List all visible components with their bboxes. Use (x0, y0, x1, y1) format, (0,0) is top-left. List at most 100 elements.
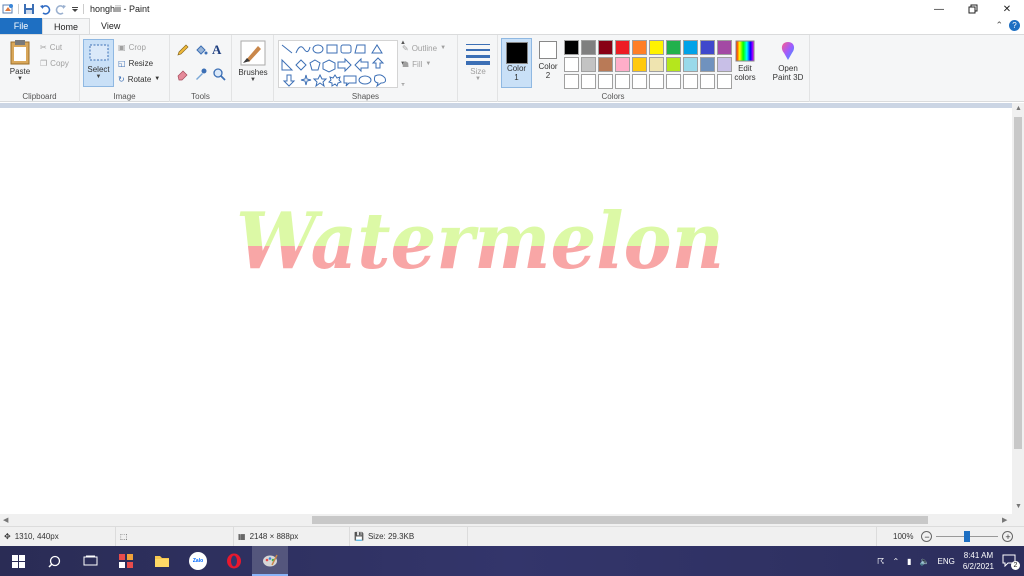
palette-swatch-empty[interactable] (683, 74, 698, 89)
paint-app-icon[interactable] (2, 3, 14, 15)
tab-home[interactable]: Home (42, 18, 91, 34)
close-button[interactable]: ✕ (990, 0, 1024, 18)
color2-button[interactable]: Color 2 (534, 40, 562, 80)
crop-button[interactable]: ▣ Crop (118, 40, 160, 54)
restore-button[interactable] (956, 0, 990, 18)
edit-colors-button[interactable]: Edit colors (730, 40, 760, 82)
battery-icon[interactable]: ▮ (907, 557, 911, 566)
paste-button[interactable]: Paste ▼ (6, 39, 34, 82)
palette-swatch[interactable] (666, 40, 681, 55)
eraser-icon[interactable] (176, 67, 194, 83)
palette-swatch[interactable] (683, 57, 698, 72)
palette-swatch-empty[interactable] (632, 74, 647, 89)
start-button[interactable] (0, 546, 36, 576)
scroll-down-icon[interactable]: ▼ (1015, 503, 1022, 510)
paste-dropdown-icon[interactable]: ▼ (6, 76, 34, 82)
palette-swatch[interactable] (581, 57, 596, 72)
tab-file[interactable]: File (0, 18, 42, 34)
fill-button[interactable]: ☗ Fill ▼ (402, 57, 446, 71)
size-dropdown-icon[interactable]: ▼ (463, 76, 493, 82)
scroll-left-icon[interactable]: ◀ (3, 516, 8, 524)
search-button[interactable] (36, 546, 72, 576)
save-icon[interactable] (23, 3, 35, 15)
opera-button[interactable] (216, 546, 252, 576)
palette-swatch[interactable] (649, 57, 664, 72)
tab-view[interactable]: View (90, 18, 131, 34)
palette-swatch-empty[interactable] (564, 74, 579, 89)
taskbar-app-1[interactable] (108, 546, 144, 576)
palette-swatch-empty[interactable] (581, 74, 596, 89)
rotate-button[interactable]: ↻ Rotate ▼ (118, 72, 160, 86)
shapes-gallery[interactable] (278, 40, 398, 88)
vertical-scrollbar[interactable]: ▲ ▼ (1012, 103, 1024, 514)
zoom-slider-thumb[interactable] (964, 531, 971, 542)
open-paint3d-button[interactable]: Open Paint 3D (768, 40, 808, 82)
palette-swatch[interactable] (700, 57, 715, 72)
fill-dropdown-icon[interactable]: ▼ (425, 61, 431, 67)
brushes-dropdown-icon[interactable]: ▼ (236, 77, 270, 83)
notification-button[interactable]: 2 (1002, 554, 1020, 570)
palette-swatch[interactable] (632, 57, 647, 72)
palette-swatch[interactable] (564, 57, 579, 72)
people-icon[interactable]: ☈ (877, 557, 884, 566)
palette-swatch-empty[interactable] (598, 74, 613, 89)
resize-button[interactable]: ◱ Resize (118, 56, 160, 70)
palette-swatch-empty[interactable] (666, 74, 681, 89)
customize-qat-icon[interactable] (71, 3, 79, 15)
task-view-button[interactable] (72, 546, 108, 576)
scroll-right-icon[interactable]: ▶ (1002, 516, 1007, 524)
text-tool-icon[interactable]: A (212, 43, 230, 59)
zoom-slider[interactable] (936, 531, 999, 542)
zalo-button[interactable]: Zalo (180, 546, 216, 576)
palette-swatch[interactable] (632, 40, 647, 55)
palette-swatch-empty[interactable] (649, 74, 664, 89)
cut-button[interactable]: ✂ Cut (40, 40, 69, 54)
palette-swatch[interactable] (700, 40, 715, 55)
language-indicator[interactable]: ENG (938, 557, 955, 566)
palette-swatch-empty[interactable] (615, 74, 630, 89)
scissors-icon: ✂ (40, 42, 47, 52)
drawing-canvas[interactable]: Watermelon (0, 108, 1012, 514)
fill-bucket-icon[interactable] (194, 43, 212, 59)
palette-swatch-empty[interactable] (700, 74, 715, 89)
zoom-out-icon[interactable]: − (921, 531, 933, 542)
palette-swatch[interactable] (649, 40, 664, 55)
select-button[interactable]: Select ▼ (83, 39, 114, 87)
vertical-scroll-thumb[interactable] (1014, 117, 1022, 449)
brushes-button[interactable]: Brushes ▼ (236, 40, 270, 83)
palette-swatch[interactable] (666, 57, 681, 72)
palette-swatch[interactable] (564, 40, 579, 55)
magnifier-icon[interactable] (212, 67, 230, 83)
clock[interactable]: 8:41 AM 6/2/2021 (963, 550, 994, 572)
paint3d-label-1: Open (778, 64, 798, 73)
palette-swatch[interactable] (615, 57, 630, 72)
volume-icon[interactable]: 🔈 (920, 557, 930, 566)
palette-swatch[interactable] (598, 57, 613, 72)
zoom-in-icon[interactable]: + (1002, 531, 1014, 542)
horizontal-scrollbar[interactable]: ◀ ▶ (0, 514, 1012, 526)
copy-button[interactable]: ❐ Copy (40, 56, 69, 70)
help-icon[interactable]: ? (1009, 20, 1020, 31)
show-hidden-icons[interactable]: ⌃ (892, 557, 899, 566)
palette-swatch[interactable] (598, 40, 613, 55)
pencil-icon[interactable] (176, 43, 194, 59)
palette-swatch[interactable] (615, 40, 630, 55)
collapse-ribbon-icon[interactable]: ⌃ (995, 20, 1003, 31)
outline-button[interactable]: ✎ Outline ▼ (402, 41, 446, 55)
palette-swatch[interactable] (683, 40, 698, 55)
horizontal-scroll-thumb[interactable] (312, 516, 928, 524)
undo-icon[interactable] (39, 3, 51, 15)
color1-button[interactable]: Color 1 (501, 38, 532, 88)
shapes-expand-icon[interactable]: ▿ (401, 81, 404, 88)
redo-icon[interactable] (55, 3, 67, 15)
color-picker-icon[interactable] (194, 67, 212, 83)
scroll-up-icon[interactable]: ▲ (1015, 105, 1022, 112)
minimize-button[interactable]: — (922, 0, 956, 18)
rotate-dropdown-icon[interactable]: ▼ (154, 76, 160, 82)
size-button[interactable]: Size ▼ (463, 41, 493, 82)
select-dropdown-icon[interactable]: ▼ (84, 74, 113, 80)
paint-taskbar-button[interactable] (252, 546, 288, 576)
outline-dropdown-icon[interactable]: ▼ (440, 45, 446, 51)
palette-swatch[interactable] (581, 40, 596, 55)
file-explorer-button[interactable] (144, 546, 180, 576)
